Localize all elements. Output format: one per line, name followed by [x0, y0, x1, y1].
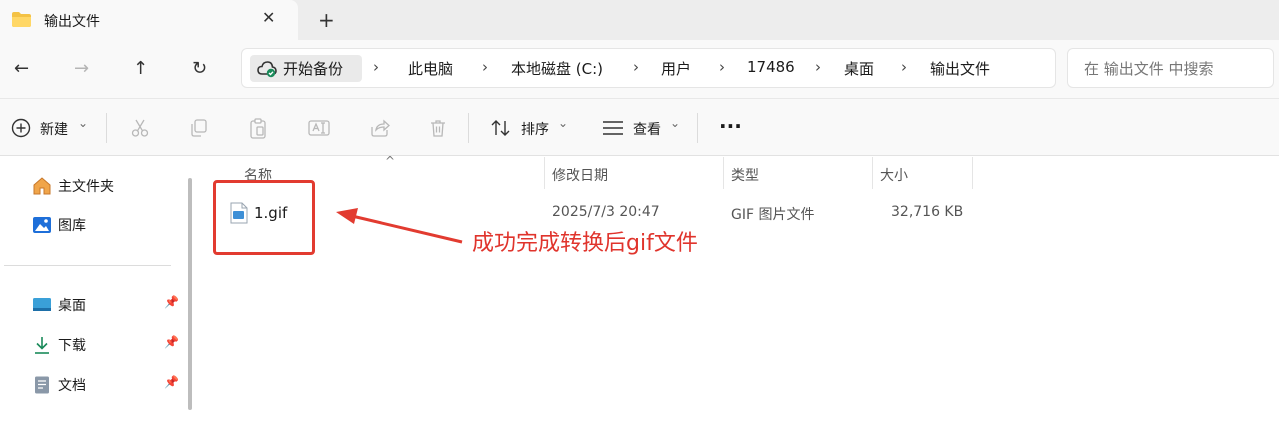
file-list: ^ 名称 修改日期 类型 大小 1.gif 2025/7/3 20:47 GIF…: [202, 154, 1279, 427]
backup-button[interactable]: 开始备份: [250, 55, 362, 82]
pin-icon[interactable]: 📌: [164, 295, 179, 309]
file-type: GIF 图片文件: [731, 207, 815, 223]
breadcrumb-separator[interactable]: ›: [719, 58, 725, 76]
sort-ascending-icon: ^: [385, 154, 396, 168]
breadcrumb-user-17486[interactable]: 17486: [747, 58, 795, 76]
sort-icon: [491, 120, 510, 136]
search-placeholder: 在 输出文件 中搜索: [1084, 60, 1214, 78]
plus-circle-icon: [11, 118, 31, 138]
share-button[interactable]: [369, 116, 391, 140]
sort-label: 排序: [521, 122, 549, 138]
refresh-button[interactable]: ↻: [192, 58, 207, 79]
copy-icon: [191, 119, 207, 137]
navigation-pane: 主文件夹 图库 桌面 📌 下载 📌 文档 📌: [0, 157, 192, 427]
chevron-down-icon: ⌄: [670, 116, 681, 130]
breadcrumb-separator[interactable]: ›: [633, 58, 639, 76]
annotation-arrow: [336, 208, 463, 244]
breadcrumb-separator[interactable]: ›: [482, 58, 488, 76]
delete-button[interactable]: [428, 116, 450, 140]
column-header-type[interactable]: 类型: [731, 165, 759, 185]
column-divider[interactable]: [872, 157, 873, 189]
document-icon: [35, 376, 49, 394]
sidebar-item-label: 主文件夹: [58, 179, 114, 195]
paste-button[interactable]: [248, 116, 270, 140]
more-options-button[interactable]: ···: [719, 114, 745, 140]
sidebar-item-gallery[interactable]: 图库: [32, 213, 182, 237]
sidebar-item-downloads[interactable]: 下载 📌: [32, 333, 182, 357]
breadcrumb-local-disk[interactable]: 本地磁盘 (C:): [511, 58, 603, 79]
view-list-icon: [603, 121, 623, 135]
rename-icon: [308, 120, 330, 136]
column-header-size[interactable]: 大小: [880, 165, 908, 185]
back-button[interactable]: ←: [14, 58, 29, 79]
chevron-down-icon: ⌄: [558, 116, 569, 130]
column-divider[interactable]: [544, 157, 545, 189]
sidebar-item-label: 文档: [58, 378, 86, 394]
breadcrumb-users[interactable]: 用户: [661, 58, 691, 79]
share-icon: [371, 119, 390, 137]
toolbar-divider: [697, 113, 698, 143]
chevron-down-icon: ⌄: [78, 116, 89, 130]
column-divider[interactable]: [972, 157, 973, 189]
breadcrumb-this-pc[interactable]: 此电脑: [408, 58, 453, 79]
cut-button[interactable]: [130, 116, 152, 140]
clipboard-icon: [250, 118, 266, 139]
trash-icon: [431, 120, 445, 137]
annotation-text: 成功完成转换后gif文件: [472, 231, 698, 256]
title-bar: 输出文件 ✕ +: [0, 0, 1279, 40]
sort-button[interactable]: 排序 ⌄: [490, 116, 570, 140]
address-bar[interactable]: 开始备份 › 此电脑 › 本地磁盘 (C:) › 用户 › 17486 › 桌面…: [242, 49, 1055, 87]
sidebar-item-label: 桌面: [58, 298, 86, 314]
sidebar-item-label: 下载: [58, 338, 86, 354]
new-button[interactable]: 新建 ⌄: [11, 116, 91, 140]
up-button[interactable]: ↑: [133, 58, 148, 79]
sidebar-item-label: 图库: [58, 218, 86, 234]
home-icon: [33, 177, 51, 195]
more-icon: ···: [719, 114, 742, 138]
command-toolbar: 新建 ⌄ 排序 ⌄ 查看 ⌄ ···: [0, 98, 1279, 156]
sidebar-item-home[interactable]: 主文件夹: [32, 174, 182, 198]
tab-output-folder[interactable]: 输出文件 ✕: [0, 0, 298, 40]
toolbar-divider: [106, 113, 107, 143]
rename-button[interactable]: [308, 116, 330, 140]
gallery-icon: [33, 217, 51, 233]
column-divider[interactable]: [723, 157, 724, 189]
forward-button[interactable]: →: [74, 58, 89, 79]
file-size: 32,716 KB: [891, 204, 964, 220]
scissors-icon: [131, 119, 149, 137]
desktop-icon: [33, 298, 51, 311]
sidebar-divider: [4, 265, 171, 266]
folder-icon: [12, 12, 31, 27]
copy-button[interactable]: [189, 116, 211, 140]
column-header-modified[interactable]: 修改日期: [552, 165, 608, 185]
view-button[interactable]: 查看 ⌄: [602, 116, 682, 140]
navigation-bar: ← → ↑ ↻ 开始备份 › 此电脑 › 本地磁盘 (C:) › 用户 › 17…: [0, 40, 1279, 98]
sidebar-item-desktop[interactable]: 桌面 📌: [32, 293, 182, 317]
annotation-highlight-box: [213, 180, 315, 255]
download-icon: [35, 337, 49, 354]
toolbar-divider: [468, 113, 469, 143]
file-modified: 2025/7/3 20:47: [552, 204, 660, 220]
new-tab-button[interactable]: +: [318, 8, 335, 32]
breadcrumb-output-folder[interactable]: 输出文件: [930, 58, 990, 79]
breadcrumb-separator[interactable]: ›: [815, 58, 821, 76]
close-tab-icon[interactable]: ✕: [262, 8, 275, 27]
sidebar-item-documents[interactable]: 文档 📌: [32, 373, 182, 397]
tab-title: 输出文件: [44, 14, 100, 30]
cloud-backup-icon: [257, 61, 277, 78]
new-label: 新建: [40, 122, 68, 138]
search-input[interactable]: 在 输出文件 中搜索: [1068, 49, 1273, 87]
breadcrumb-separator[interactable]: ›: [373, 58, 379, 76]
pin-icon[interactable]: 📌: [164, 335, 179, 349]
breadcrumb-separator[interactable]: ›: [901, 58, 907, 76]
view-label: 查看: [633, 122, 661, 138]
backup-label: 开始备份: [283, 60, 344, 78]
pin-icon[interactable]: 📌: [164, 375, 179, 389]
breadcrumb-desktop[interactable]: 桌面: [844, 58, 874, 79]
sidebar-scrollbar[interactable]: [188, 178, 192, 410]
